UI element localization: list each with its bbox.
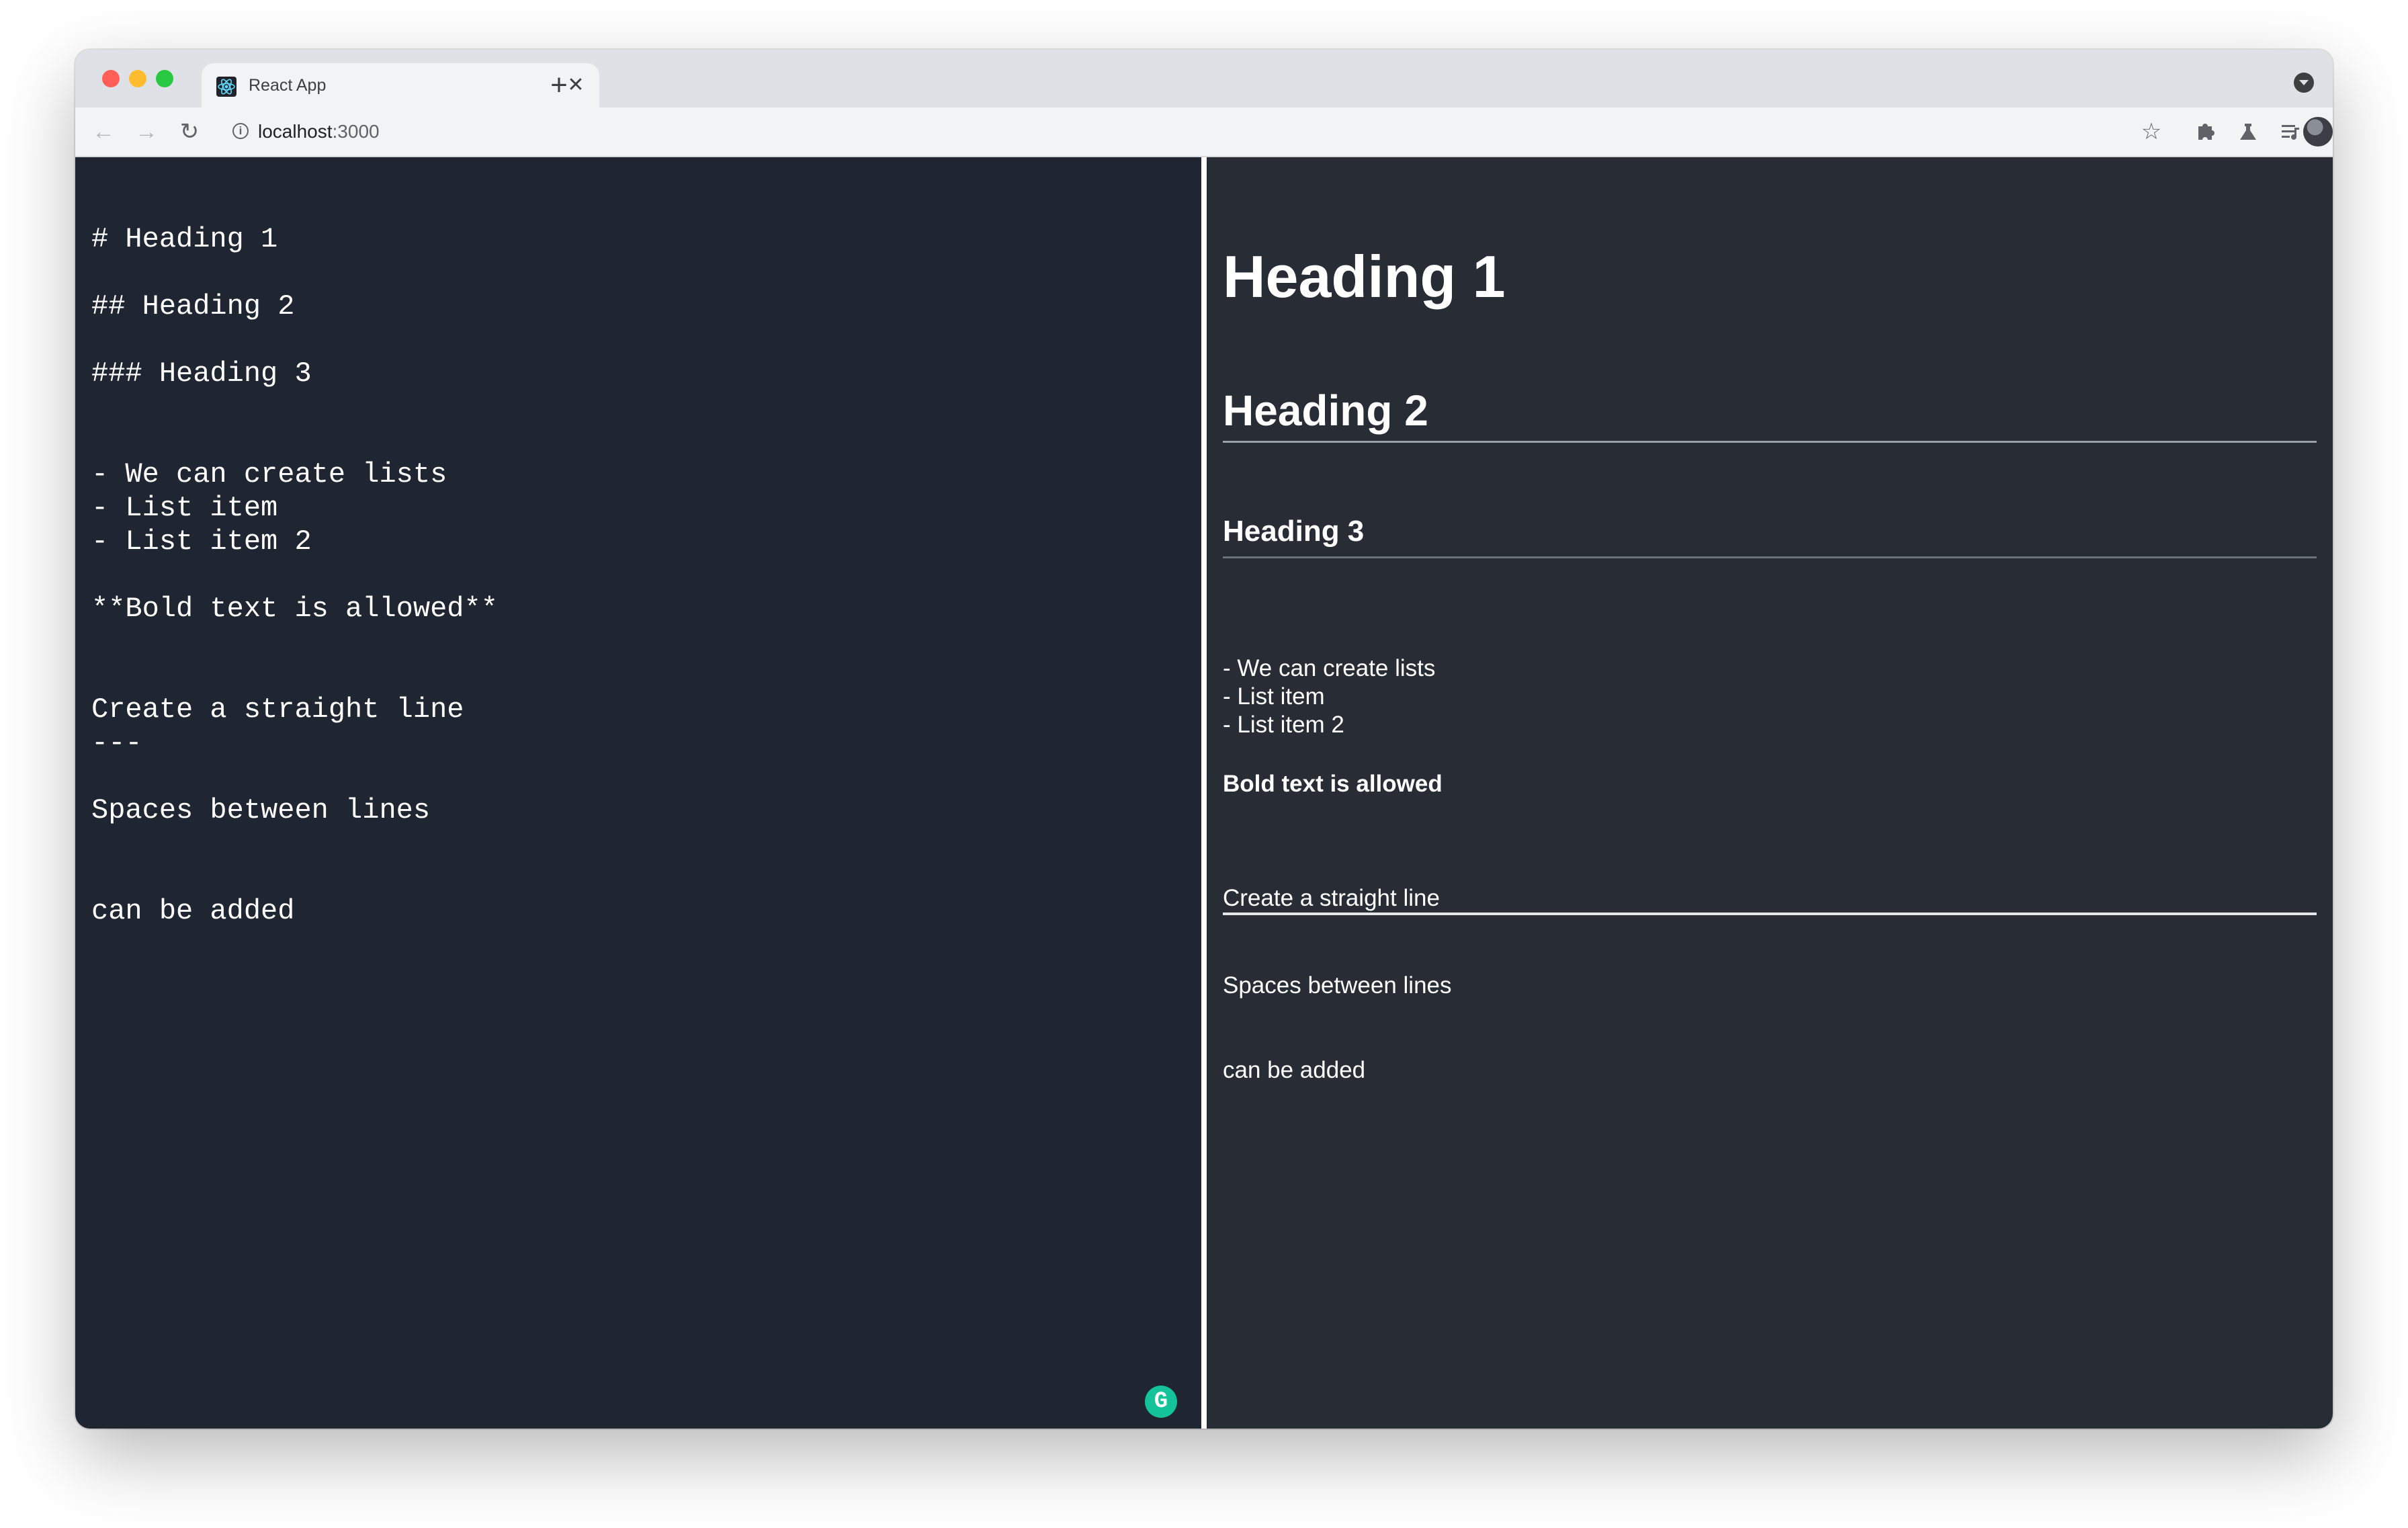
- editor-text[interactable]: # Heading 1 ## Heading 2 ### Heading 3 -…: [91, 222, 498, 928]
- preview-straight-line: Create a straight line: [1223, 884, 2317, 915]
- profile-avatar[interactable]: [2303, 117, 2333, 146]
- new-tab-button[interactable]: +: [539, 66, 579, 106]
- back-arrow-icon[interactable]: ←: [86, 114, 121, 149]
- tab-search-icon[interactable]: [2294, 73, 2314, 93]
- minimize-window-button[interactable]: [129, 70, 146, 87]
- tab-strip: React App ✕ +: [75, 50, 2333, 108]
- preview-heading-2: Heading 2: [1223, 386, 2317, 443]
- markdown-editor[interactable]: # Heading 1 ## Heading 2 ### Heading 3 -…: [75, 157, 1201, 1429]
- tab-title: React App: [249, 76, 327, 95]
- star-icon[interactable]: ☆: [2134, 114, 2169, 149]
- preview-bold-text: Bold text is allowed: [1223, 771, 1443, 797]
- forward-arrow-icon[interactable]: →: [129, 114, 164, 149]
- react-icon: [216, 77, 236, 97]
- url-port: :3000: [332, 121, 380, 142]
- maximize-window-button[interactable]: [156, 70, 173, 87]
- preview-added-text: can be added: [1223, 1057, 1366, 1083]
- flask-icon[interactable]: [2231, 114, 2266, 149]
- browser-window: React App ✕ + ← → ↻ i localhost:3000 ☆ ⋮: [75, 50, 2333, 1429]
- preview-list-text: - We can create lists - List item - List…: [1223, 655, 1436, 738]
- pane-divider[interactable]: [1201, 157, 1207, 1429]
- site-info-icon[interactable]: i: [232, 123, 249, 139]
- preview-spaces-text: Spaces between lines: [1223, 972, 1452, 999]
- preview-heading-1: Heading 1: [1223, 243, 1506, 310]
- url-text[interactable]: localhost:3000: [258, 120, 380, 143]
- close-window-button[interactable]: [102, 70, 120, 87]
- puzzle-icon[interactable]: [2188, 114, 2223, 149]
- grammarly-icon[interactable]: G: [1145, 1386, 1177, 1418]
- preview-heading-3: Heading 3: [1223, 513, 2317, 558]
- reload-icon[interactable]: ↻: [172, 114, 207, 149]
- address-bar[interactable]: i localhost:3000: [223, 114, 2172, 149]
- url-host: localhost: [258, 121, 333, 142]
- browser-toolbar: ← → ↻ i localhost:3000 ☆ ⋮: [75, 108, 2333, 157]
- markdown-preview: Heading 1 Heading 2 Heading 3 - We can c…: [1207, 157, 2333, 1429]
- page-content: # Heading 1 ## Heading 2 ### Heading 3 -…: [75, 157, 2333, 1429]
